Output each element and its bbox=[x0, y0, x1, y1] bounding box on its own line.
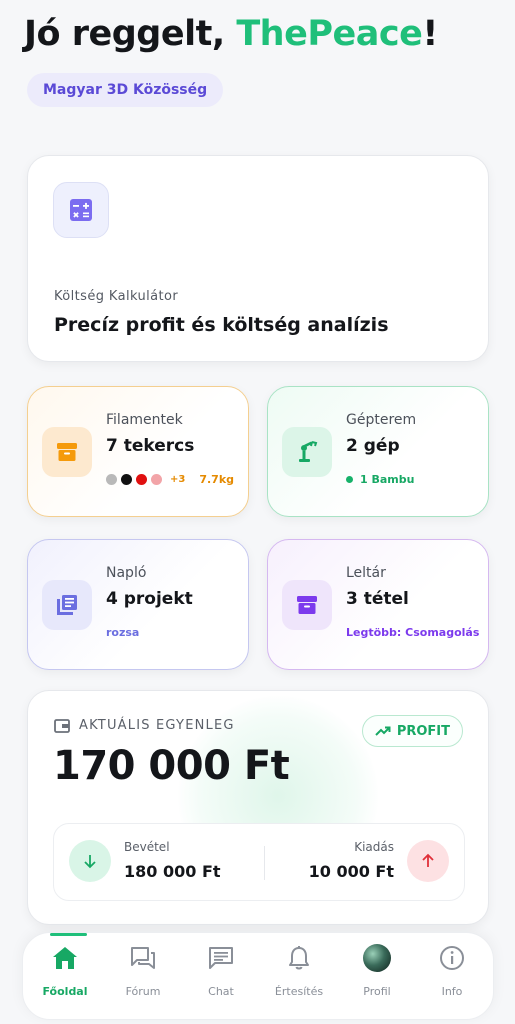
balance-card: AKTUÁLIS EGYENLEG 170 000 Ft PROFIT Bevé… bbox=[27, 690, 489, 925]
community-chip[interactable]: Magyar 3D Közösség bbox=[27, 73, 224, 107]
filaments-card[interactable]: Filamentek 7 tekercs +3 7.7kg bbox=[27, 386, 249, 517]
nav-chat-label: Chat bbox=[208, 985, 234, 998]
machines-label: Gépterem bbox=[346, 412, 417, 428]
swatch-black bbox=[121, 474, 132, 485]
inventory-label: Leltár bbox=[346, 565, 386, 581]
nav-home-label: Főoldal bbox=[42, 985, 88, 998]
bell-icon bbox=[284, 943, 314, 973]
chat-icon bbox=[206, 943, 236, 973]
forum-icon bbox=[128, 943, 158, 973]
nav-notifications-label: Értesítés bbox=[274, 985, 324, 998]
calculator-title: Precíz profit és költség analízis bbox=[54, 314, 389, 336]
inventory-value: 3 tétel bbox=[346, 589, 409, 609]
avatar bbox=[362, 943, 392, 973]
calculator-subtitle: Költség Kalkulátor bbox=[54, 289, 179, 304]
notebook-icon bbox=[42, 580, 92, 630]
info-icon bbox=[437, 943, 467, 973]
bottom-nav: Főoldal Fórum Chat Értesítés Profil Info bbox=[22, 932, 494, 1020]
swatch-pink bbox=[151, 474, 162, 485]
income-label: Bevétel bbox=[124, 840, 170, 854]
community-chip-label: Magyar 3D Közösség bbox=[43, 82, 208, 98]
inventory-card[interactable]: Leltár 3 tétel Legtöbb: Csomagolás bbox=[267, 539, 489, 670]
machine-status: 1 Bambu bbox=[346, 473, 414, 486]
active-indicator bbox=[50, 933, 87, 936]
balance-heading: AKTUÁLIS EGYENLEG bbox=[54, 718, 235, 733]
nav-info-label: Info bbox=[441, 985, 463, 998]
username: ThePeace bbox=[236, 14, 423, 54]
income-value: 180 000 Ft bbox=[124, 862, 221, 881]
wallet-icon bbox=[54, 718, 70, 733]
balance-heading-text: AKTUÁLIS EGYENLEG bbox=[79, 718, 235, 733]
robot-arm-icon bbox=[282, 427, 332, 477]
calculator-icon bbox=[53, 182, 109, 238]
expense-value: 10 000 Ft bbox=[308, 862, 394, 881]
greeting-title: Jó reggelt, ThePeace! bbox=[24, 14, 438, 54]
nav-forum-label: Fórum bbox=[125, 985, 161, 998]
profit-badge-text: PROFIT bbox=[396, 723, 450, 739]
filament-swatches: +3 7.7kg bbox=[106, 473, 234, 486]
divider bbox=[264, 846, 265, 880]
cash-flow-box: Bevétel 180 000 Ft Kiadás 10 000 Ft bbox=[53, 823, 465, 901]
nav-forum[interactable]: Fórum bbox=[104, 933, 182, 1021]
filament-weight: 7.7kg bbox=[199, 473, 235, 486]
home-icon bbox=[50, 943, 80, 973]
inventory-footer: Legtöbb: Csomagolás bbox=[346, 626, 480, 639]
nav-info[interactable]: Info bbox=[413, 933, 491, 1021]
arrow-down-icon bbox=[69, 840, 111, 882]
machine-status-text: 1 Bambu bbox=[360, 473, 415, 486]
machines-card[interactable]: Gépterem 2 gép 1 Bambu bbox=[267, 386, 489, 517]
filaments-label: Filamentek bbox=[106, 412, 183, 428]
cost-calculator-card[interactable]: Költség Kalkulátor Precíz profit és költ… bbox=[27, 155, 489, 362]
extra-swatch-count: +3 bbox=[170, 474, 186, 485]
machines-value: 2 gép bbox=[346, 436, 400, 456]
arrow-up-icon bbox=[407, 840, 449, 882]
greeting-prefix: Jó reggelt, bbox=[24, 14, 237, 54]
swatch-gray bbox=[106, 474, 117, 485]
nav-notifications[interactable]: Értesítés bbox=[260, 933, 338, 1021]
archive-box-icon bbox=[282, 580, 332, 630]
swatch-red bbox=[136, 474, 147, 485]
archive-box-icon bbox=[42, 427, 92, 477]
online-dot bbox=[346, 476, 353, 483]
filaments-value: 7 tekercs bbox=[106, 436, 195, 456]
log-card[interactable]: Napló 4 projekt rozsa bbox=[27, 539, 249, 670]
log-footer: rozsa bbox=[106, 626, 140, 639]
trending-up-icon bbox=[375, 726, 391, 736]
nav-home[interactable]: Főoldal bbox=[26, 933, 104, 1021]
profit-badge: PROFIT bbox=[361, 715, 463, 747]
nav-profile[interactable]: Profil bbox=[338, 933, 416, 1021]
nav-chat[interactable]: Chat bbox=[182, 933, 260, 1021]
log-value: 4 projekt bbox=[106, 589, 193, 609]
expense-label: Kiadás bbox=[354, 840, 394, 854]
log-label: Napló bbox=[106, 565, 147, 581]
greeting-suffix: ! bbox=[422, 14, 438, 54]
nav-profile-label: Profil bbox=[363, 985, 391, 998]
balance-amount: 170 000 Ft bbox=[53, 743, 290, 789]
